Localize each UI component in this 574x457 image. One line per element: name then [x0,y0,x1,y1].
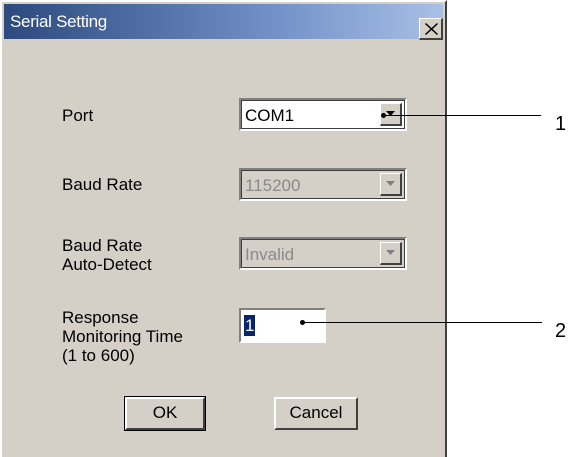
auto-detect-value: Invalid [245,245,295,264]
auto-detect-select: Invalid [239,237,407,270]
chevron-down-icon [386,250,395,255]
response-time-input[interactable]: 1 [239,308,326,343]
ok-button[interactable]: OK [124,396,206,431]
baud-rate-label: Baud Rate [62,175,143,194]
callout-1-number: 1 [555,113,567,135]
port-value: COM1 [245,106,295,125]
close-icon [425,23,438,35]
response-label-line1: Response [62,308,139,327]
chevron-down-icon [386,181,395,186]
callout-1-line [383,115,541,116]
callout-2-number: 2 [555,320,567,342]
response-label-line3: (1 to 600) [62,346,135,365]
serial-setting-dialog: Serial Setting Port COM1 Baud Rate 11520… [0,0,447,457]
window-title: Serial Setting [10,12,107,31]
response-label-line2: Monitoring Time [62,327,183,346]
response-time-value: 1 [244,315,256,336]
baud-rate-select: 115200 [239,168,407,201]
title-bar[interactable]: Serial Setting [4,4,443,40]
port-label: Port [62,106,94,125]
auto-detect-label-line1: Baud Rate [62,236,143,255]
callout-2-line [302,322,542,323]
auto-detect-label-line2: Auto-Detect [62,255,152,274]
close-button[interactable] [419,18,443,40]
baud-rate-dropdown-button [380,173,402,196]
baud-rate-value: 115200 [245,176,301,195]
cancel-button[interactable]: Cancel [274,397,358,430]
auto-detect-dropdown-button [380,242,402,265]
